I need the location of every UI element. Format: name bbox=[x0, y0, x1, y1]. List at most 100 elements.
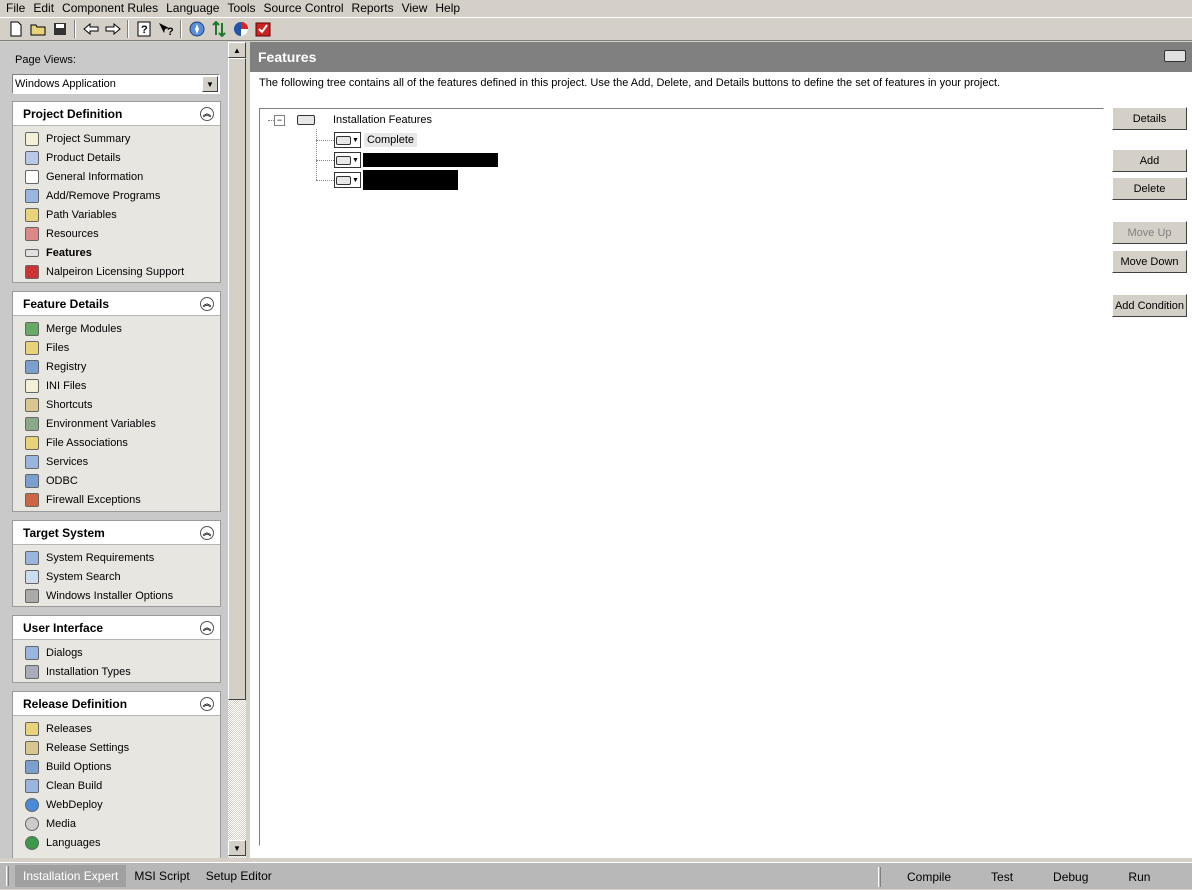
nav-item-installation-types[interactable]: Installation Types bbox=[13, 662, 220, 681]
tree-item-feature[interactable]: ▼ bbox=[334, 151, 498, 169]
tab-setup-editor[interactable]: Setup Editor bbox=[198, 865, 280, 887]
open-folder-icon[interactable] bbox=[28, 20, 47, 38]
context-help-icon[interactable]: ? bbox=[156, 20, 175, 38]
move-down-button[interactable]: Move Down bbox=[1112, 250, 1187, 273]
nav-item-media[interactable]: Media bbox=[13, 814, 220, 833]
scroll-down-icon[interactable]: ▼ bbox=[228, 840, 246, 856]
nav-item-clean-build[interactable]: Clean Build bbox=[13, 776, 220, 795]
feature-install-state-dropdown[interactable]: ▼ bbox=[334, 152, 361, 168]
nav-item-odbc[interactable]: ODBC bbox=[13, 471, 220, 490]
nav-item-releases[interactable]: Releases bbox=[13, 719, 220, 738]
nav-item-firewall-exceptions[interactable]: Firewall Exceptions bbox=[13, 490, 220, 509]
collapse-icon[interactable]: ︽ bbox=[200, 621, 214, 635]
nav-item-languages[interactable]: Languages bbox=[13, 833, 220, 852]
menu-view[interactable]: View bbox=[398, 2, 432, 14]
menu-tools[interactable]: Tools bbox=[223, 2, 259, 14]
collapse-icon[interactable]: ︽ bbox=[200, 297, 214, 311]
nav-item-label: Files bbox=[46, 341, 70, 354]
nav-item-add-remove-programs[interactable]: Add/Remove Programs bbox=[13, 186, 220, 205]
tree-item-feature[interactable]: ▼ Complete bbox=[334, 131, 418, 149]
feature-install-state-dropdown[interactable]: ▼ bbox=[334, 172, 361, 188]
add-condition-button[interactable]: Add Condition bbox=[1112, 294, 1187, 317]
nav-item-environment-variables[interactable]: Environment Variables bbox=[13, 414, 220, 433]
nav-item-ini-files[interactable]: INI Files bbox=[13, 376, 220, 395]
nav-item-windows-installer-options[interactable]: Windows Installer Options bbox=[13, 586, 220, 605]
menu-component-rules[interactable]: Component Rules bbox=[58, 2, 162, 14]
nav-item-dialogs[interactable]: Dialogs bbox=[13, 643, 220, 662]
nav-item-system-search[interactable]: System Search bbox=[13, 567, 220, 586]
menu-help[interactable]: Help bbox=[431, 2, 464, 14]
nav-item-file-associations[interactable]: File Associations bbox=[13, 433, 220, 452]
feature-install-state-dropdown[interactable]: ▼ bbox=[334, 132, 361, 148]
chevron-down-icon[interactable]: ▼ bbox=[202, 76, 218, 92]
nav-item-release-settings[interactable]: Release Settings bbox=[13, 738, 220, 757]
nav-item-services[interactable]: Services bbox=[13, 452, 220, 471]
tab-installation-expert[interactable]: Installation Expert bbox=[15, 865, 127, 887]
help-icon[interactable]: ? bbox=[134, 20, 153, 38]
nav-item-label: System Requirements bbox=[46, 551, 155, 564]
nav-item-nalpeiron-licensing-support[interactable]: Nalpeiron Licensing Support bbox=[13, 262, 220, 281]
collapse-icon[interactable]: ︽ bbox=[200, 107, 214, 121]
tab-msi-script[interactable]: MSI Script bbox=[126, 865, 197, 887]
group-header[interactable]: Target System ︽ bbox=[13, 521, 220, 545]
scroll-up-icon[interactable]: ▲ bbox=[228, 42, 246, 58]
nav-item-merge-modules[interactable]: Merge Modules bbox=[13, 319, 220, 338]
sort-arrows-icon[interactable] bbox=[209, 20, 228, 38]
shield-icon bbox=[25, 264, 39, 279]
palette-icon[interactable] bbox=[231, 20, 250, 38]
group-header[interactable]: Release Definition ︽ bbox=[13, 692, 220, 716]
back-arrow-icon[interactable] bbox=[81, 20, 100, 38]
collapse-icon[interactable]: ︽ bbox=[200, 697, 214, 711]
puzzle-icon bbox=[25, 321, 39, 336]
nav-item-system-requirements[interactable]: System Requirements bbox=[13, 548, 220, 567]
debug-button[interactable]: Debug bbox=[1033, 870, 1108, 884]
nav-item-label: INI Files bbox=[46, 379, 87, 392]
nav-item-webdeploy[interactable]: WebDeploy bbox=[13, 795, 220, 814]
menu-language[interactable]: Language bbox=[162, 2, 223, 14]
nav-item-project-summary[interactable]: Project Summary bbox=[13, 129, 220, 148]
nav-item-resources[interactable]: Resources bbox=[13, 224, 220, 243]
menu-source-control[interactable]: Source Control bbox=[260, 2, 348, 14]
menu-edit[interactable]: Edit bbox=[29, 2, 58, 14]
test-button[interactable]: Test bbox=[971, 870, 1033, 884]
run-button[interactable]: Run bbox=[1108, 870, 1170, 884]
nav-item-registry[interactable]: Registry bbox=[13, 357, 220, 376]
scrollbar-thumb[interactable] bbox=[228, 58, 246, 700]
left-scrollbar[interactable]: ▲ ▼ bbox=[228, 42, 246, 858]
services-icon bbox=[25, 454, 39, 469]
compile-button[interactable]: Compile bbox=[887, 870, 971, 884]
move-up-button[interactable]: Move Up bbox=[1112, 221, 1187, 244]
group-header[interactable]: User Interface ︽ bbox=[13, 616, 220, 640]
grip-icon bbox=[6, 866, 9, 886]
tree-item-feature[interactable]: ▼ bbox=[334, 170, 458, 190]
group-header[interactable]: Feature Details ︽ bbox=[13, 292, 220, 316]
page-views-select[interactable]: Windows Application ▼ bbox=[12, 74, 220, 94]
nav-item-files[interactable]: Files bbox=[13, 338, 220, 357]
nav-item-path-variables[interactable]: Path Variables bbox=[13, 205, 220, 224]
feature-tree[interactable]: − Installation Features ▼ Complete ▼ ▼ bbox=[259, 108, 1104, 846]
nav-item-label: Firewall Exceptions bbox=[46, 493, 141, 506]
group-header[interactable]: Project Definition ︽ bbox=[13, 102, 220, 126]
new-file-icon[interactable] bbox=[6, 20, 25, 38]
shield-check-icon[interactable] bbox=[253, 20, 272, 38]
tree-root[interactable]: − Installation Features bbox=[274, 111, 432, 129]
menu-reports[interactable]: Reports bbox=[348, 2, 398, 14]
delete-button[interactable]: Delete bbox=[1112, 177, 1187, 200]
collapse-tree-icon[interactable]: − bbox=[274, 114, 285, 126]
save-icon[interactable] bbox=[50, 20, 69, 38]
group-title: User Interface bbox=[23, 620, 104, 635]
nav-item-product-details[interactable]: Product Details bbox=[13, 148, 220, 167]
add-button[interactable]: Add bbox=[1112, 149, 1187, 172]
details-button[interactable]: Details bbox=[1112, 107, 1187, 130]
nav-item-general-information[interactable]: General Information bbox=[13, 167, 220, 186]
menu-file[interactable]: File bbox=[2, 2, 29, 14]
nav-item-build-options[interactable]: Build Options bbox=[13, 757, 220, 776]
page-views-value: Windows Application bbox=[15, 78, 116, 90]
compass-icon[interactable] bbox=[187, 20, 206, 38]
nav-item-features[interactable]: Features bbox=[13, 243, 220, 262]
folder-icon bbox=[25, 340, 39, 355]
collapse-icon[interactable]: ︽ bbox=[200, 526, 214, 540]
forward-arrow-icon[interactable] bbox=[103, 20, 122, 38]
nav-item-shortcuts[interactable]: Shortcuts bbox=[13, 395, 220, 414]
registry-icon bbox=[25, 359, 39, 374]
